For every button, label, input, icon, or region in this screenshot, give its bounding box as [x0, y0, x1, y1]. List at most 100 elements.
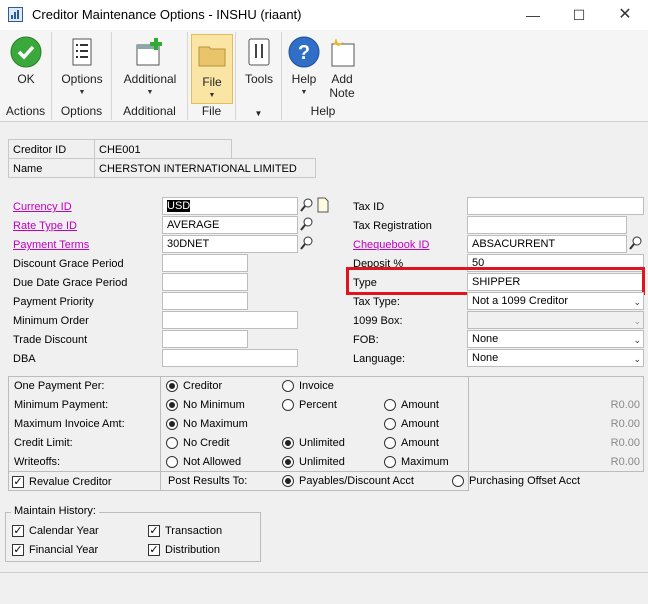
close-button[interactable]: ✕ [602, 0, 648, 30]
status-divider [0, 572, 648, 573]
max-invoice-amt-label: Maximum Invoice Amt: [14, 418, 125, 430]
writeoffs-amount[interactable]: R0.00 [560, 453, 640, 471]
window-title: Creditor Maintenance Options - INSHU (ri… [32, 7, 302, 22]
radio-icon [166, 437, 178, 450]
currency-id-label[interactable]: Currency ID [13, 201, 72, 213]
group-label-additional: Additional [123, 104, 176, 118]
add-note-button[interactable]: Add Note [324, 36, 360, 100]
tax-registration-label: Tax Registration [353, 220, 432, 232]
lookup-icon[interactable] [300, 197, 314, 216]
revalue-creditor-checkbox[interactable]: ✓ Revalue Creditor [12, 473, 112, 491]
maintain-history-title: Maintain History: [11, 502, 99, 520]
box-1099-label: 1099 Box: [353, 315, 403, 327]
options-button[interactable]: Options ▼ [58, 36, 106, 100]
radio-maximum[interactable]: Maximum [384, 453, 449, 471]
minimum-order-field[interactable] [162, 311, 298, 329]
radio-no-credit[interactable]: No Credit [166, 434, 229, 452]
radio-not-allowed[interactable]: Not Allowed [166, 453, 241, 471]
document-list-icon [66, 36, 98, 68]
dba-field[interactable] [162, 349, 298, 367]
ribbon-group-file: File ▼ File [188, 32, 236, 120]
radio-no-minimum[interactable]: No Minimum [166, 396, 245, 414]
payment-terms-field[interactable]: 30DNET [162, 235, 298, 253]
tax-id-field[interactable] [467, 197, 644, 215]
radio-amount[interactable]: Amount [384, 434, 439, 452]
radio-label: Amount [401, 399, 439, 411]
lookup-icon[interactable] [300, 235, 314, 254]
currency-id-field[interactable]: USD [162, 197, 298, 215]
radio-label: No Credit [183, 437, 230, 449]
chevron-down-icon: ▼ [78, 89, 86, 96]
ok-label: OK [17, 72, 35, 86]
box-1099-dropdown[interactable]: ⌄ [467, 311, 644, 329]
tools-button[interactable]: Tools [240, 36, 278, 86]
max-invoice-amount[interactable]: R0.00 [560, 415, 640, 433]
radio-amount[interactable]: Amount [384, 396, 439, 414]
additional-button[interactable]: Additional ▼ [118, 36, 182, 100]
ok-button[interactable]: OK [8, 36, 44, 86]
language-label: Language: [353, 353, 405, 365]
radio-creditor[interactable]: Creditor [166, 377, 222, 395]
discount-grace-period-label: Discount Grace Period [13, 258, 124, 270]
radio-label: Payables/Discount Acct [299, 475, 414, 487]
radio-label: Invoice [299, 380, 334, 392]
financial-year-checkbox[interactable]: ✓ Financial Year [12, 541, 98, 559]
currency-id-value: USD [167, 200, 191, 212]
chevron-down-icon[interactable]: ▼ [236, 109, 281, 118]
rate-type-id-field[interactable]: AVERAGE [162, 216, 298, 234]
lookup-icon[interactable] [300, 216, 314, 235]
payment-terms-link[interactable]: Payment Terms [9, 236, 89, 254]
radio-percent[interactable]: Percent [282, 396, 337, 414]
file-button[interactable]: File ▼ [191, 34, 233, 104]
tax-type-label: Tax Type: [353, 296, 400, 308]
currency-id-link[interactable]: Currency ID [9, 198, 72, 216]
rate-type-id-label[interactable]: Rate Type ID [13, 220, 77, 232]
discount-grace-period-field[interactable] [162, 254, 248, 272]
minimum-payment-amount[interactable]: R0.00 [560, 396, 640, 414]
tax-id-label: Tax ID [353, 201, 385, 213]
title-bar: Creditor Maintenance Options - INSHU (ri… [0, 0, 648, 30]
chevron-down-icon: ⌄ [633, 335, 641, 345]
radio-unlimited[interactable]: Unlimited [282, 453, 345, 471]
new-document-icon[interactable] [316, 197, 330, 216]
fob-dropdown[interactable]: None ⌄ [467, 330, 644, 348]
name-field[interactable]: CHERSTON INTERNATIONAL LIMITED [94, 158, 316, 178]
chequebook-id-field[interactable]: ABSACURRENT [467, 235, 627, 253]
creditor-id-field[interactable]: CHE001 [94, 139, 232, 159]
radio-icon [282, 399, 294, 412]
radio-invoice[interactable]: Invoice [282, 377, 334, 395]
payment-priority-field[interactable] [162, 292, 248, 310]
radio-amount[interactable]: Amount [384, 415, 439, 433]
payment-terms-label[interactable]: Payment Terms [13, 239, 89, 251]
tax-registration-field[interactable] [467, 216, 627, 234]
radio-payables-discount-acct[interactable]: Payables/Discount Acct [282, 472, 414, 490]
fob-value: None [472, 333, 499, 345]
help-button[interactable]: ? Help ▼ [286, 36, 322, 100]
radio-unlimited[interactable]: Unlimited [282, 434, 345, 452]
minimize-button[interactable]: — [510, 0, 556, 30]
trade-discount-field[interactable] [162, 330, 248, 348]
rate-type-id-link[interactable]: Rate Type ID [9, 217, 77, 235]
chequebook-id-link[interactable]: Chequebook ID [349, 236, 429, 254]
radio-selected-icon [282, 437, 294, 450]
maximize-button[interactable]: ☐ [556, 0, 602, 30]
radio-icon [282, 380, 294, 393]
radio-no-maximum[interactable]: No Maximum [166, 415, 248, 433]
radio-selected-icon [282, 475, 294, 488]
chevron-down-icon: ▼ [208, 92, 216, 99]
due-date-grace-period-field[interactable] [162, 273, 248, 291]
post-results-to-label: Post Results To: [168, 475, 248, 487]
radio-label: Unlimited [299, 437, 345, 449]
transaction-checkbox[interactable]: ✓ Transaction [148, 522, 222, 540]
tax-type-dropdown[interactable]: Not a 1099 Creditor ⌄ [467, 292, 644, 310]
chequebook-id-label[interactable]: Chequebook ID [353, 239, 429, 251]
radio-selected-icon [166, 380, 178, 393]
radio-label: Creditor [183, 380, 223, 392]
calendar-year-checkbox[interactable]: ✓ Calendar Year [12, 522, 99, 540]
distribution-checkbox[interactable]: ✓ Distribution [148, 541, 220, 559]
lookup-icon[interactable] [629, 235, 643, 254]
language-dropdown[interactable]: None ⌄ [467, 349, 644, 367]
credit-limit-amount[interactable]: R0.00 [560, 434, 640, 452]
checkmark-icon: ✓ [12, 525, 24, 538]
radio-purchasing-offset-acct[interactable]: Purchasing Offset Acct [452, 472, 580, 490]
